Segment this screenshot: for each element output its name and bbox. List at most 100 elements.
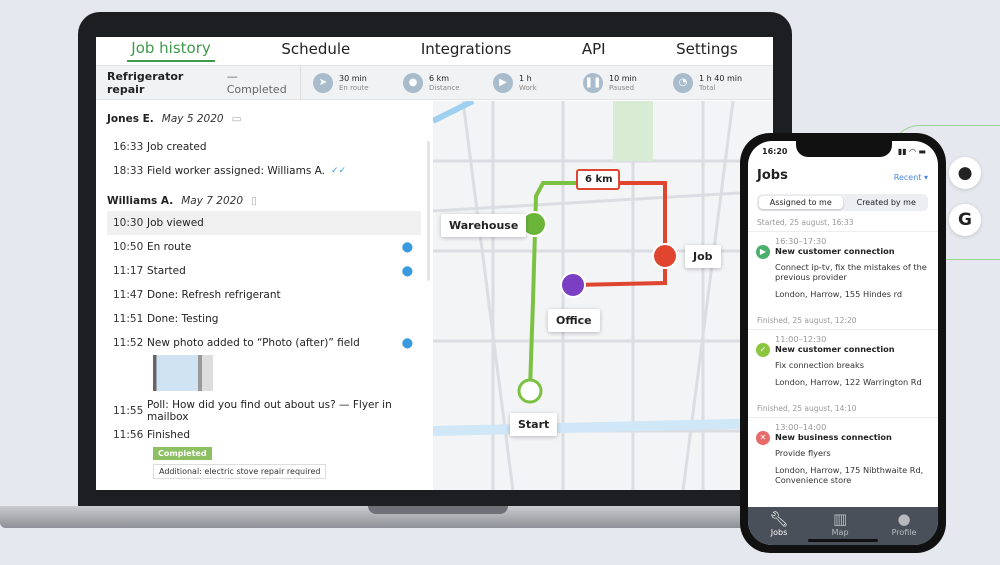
- mobile-app: 16:20 ▮▮ ◠ ▬ Jobs Recent ▾ Assigned to me…: [748, 141, 938, 545]
- group-date: May 5 2020: [161, 113, 224, 125]
- route-map[interactable]: 6 km Warehouse Job Office Start: [431, 98, 773, 490]
- nav-jobs[interactable]: 🔧︎ Jobs: [770, 511, 789, 545]
- job-status: — Completed: [226, 69, 287, 96]
- job-time: 13:00–14:00: [775, 422, 827, 432]
- section-header: Finished, 25 august, 12:20: [748, 314, 938, 330]
- close-icon: ✕: [756, 431, 770, 445]
- event-text: Job created: [147, 141, 207, 153]
- tab-schedule[interactable]: Schedule: [277, 40, 354, 61]
- history-event: 10:50 En route ⬤: [107, 235, 421, 259]
- jobs-segmented-control: Assigned to me Created by me: [757, 194, 928, 211]
- location-pin-icon[interactable]: ⬤: [402, 338, 413, 349]
- event-time: 11:47: [113, 289, 144, 301]
- park: [613, 101, 653, 161]
- jobs-list: Started, 25 august, 16:33 ▶ 16:30–17:30 Ne…: [748, 216, 938, 500]
- office-marker[interactable]: [560, 272, 586, 298]
- job-address: London, Harrow, 155 Hindes rd: [775, 289, 903, 299]
- distance-label: 6 km: [585, 174, 613, 185]
- nav-profile[interactable]: ● Profile: [892, 511, 917, 545]
- phone-frame: 16:20 ▮▮ ◠ ▬ Jobs Recent ▾ Assigned to me…: [740, 133, 946, 553]
- segment-created[interactable]: Created by me: [845, 194, 929, 211]
- event-text: Done: Testing: [147, 313, 219, 325]
- google-icon: G: [958, 210, 972, 230]
- recent-filter[interactable]: Recent ▾: [894, 173, 928, 182]
- stat-work: ▶ 1 h Work: [493, 72, 571, 93]
- job-name: New customer connection: [775, 246, 895, 256]
- job-time: 11:00–12:30: [775, 334, 827, 344]
- job-card[interactable]: ✓ 11:00–12:30 New customer connection Fix c…: [748, 330, 938, 402]
- history-event: 11:56 Finished: [107, 423, 421, 447]
- section-header: Finished, 25 august, 14:10: [748, 402, 938, 418]
- completed-badge: Completed: [153, 447, 212, 460]
- river: [431, 98, 475, 124]
- job-name: New customer connection: [775, 344, 895, 354]
- photo-thumbnail[interactable]: [153, 355, 213, 391]
- signal-wifi-battery-icon: ▮▮ ◠ ▬: [897, 147, 926, 156]
- tab-job-history[interactable]: Job history: [127, 39, 215, 62]
- group-date: May 7 2020: [181, 195, 244, 207]
- job-summary-bar: Refrigerator repair — Completed ➤ 30 min En…: [96, 65, 773, 100]
- user-name: Jones E.: [107, 113, 154, 125]
- event-text: En route: [147, 241, 192, 253]
- location-pin-icon[interactable]: ⬤: [402, 242, 413, 253]
- event-text: New photo added to “Photo (after)” field: [147, 337, 360, 349]
- history-event: 11:52 New photo added to “Photo (after)” …: [107, 331, 421, 355]
- job-label: Job: [685, 245, 721, 268]
- job-card[interactable]: ▶ 16:30–17:30 New customer connection Conne…: [748, 232, 938, 314]
- event-time: 11:52: [113, 337, 144, 349]
- status-bar: 16:20 ▮▮ ◠ ▬: [762, 147, 926, 156]
- history-event: 16:33 Job created: [107, 135, 421, 159]
- stat-label: Paused: [609, 83, 635, 92]
- stat-value: 1 h 40 min: [699, 73, 743, 83]
- segment-assigned[interactable]: Assigned to me: [759, 196, 843, 209]
- jobs-title: Jobs: [757, 168, 788, 183]
- job-desc: Connect ip-tv, fix the mistakes of the p…: [775, 262, 927, 282]
- job-name: Refrigerator repair: [107, 69, 184, 96]
- event-time: 16:33: [113, 141, 144, 153]
- history-event: 11:51 Done: Testing: [107, 307, 421, 331]
- location-pin-icon[interactable]: ⬤: [402, 266, 413, 277]
- location-pin-icon: ●: [403, 72, 423, 93]
- stat-label: En route: [339, 83, 369, 92]
- additional-note: Additional: electric stove repair requir…: [153, 464, 327, 479]
- google-play-button[interactable]: G: [949, 204, 981, 236]
- apple-icon: ●: [957, 163, 973, 183]
- event-time: 10:50: [113, 241, 144, 253]
- history-event[interactable]: 10:30 Job viewed: [107, 211, 421, 235]
- check-icon: ✓: [756, 343, 770, 357]
- event-text: Finished: [147, 429, 191, 441]
- tab-integrations[interactable]: Integrations: [417, 40, 515, 61]
- job-desc: Fix connection breaks: [775, 360, 864, 370]
- tab-api[interactable]: API: [578, 40, 610, 61]
- job-marker[interactable]: [652, 243, 678, 269]
- event-text: Poll: How did you find out about us? — F…: [147, 399, 392, 423]
- desktop-icon: ▭: [231, 113, 242, 125]
- map-icon: ▥: [832, 510, 848, 528]
- history-event: 11:17 Started ⬤: [107, 259, 421, 283]
- play-icon: ▶: [493, 72, 513, 93]
- stat-value: 10 min: [609, 73, 637, 83]
- apple-store-button[interactable]: ●: [949, 157, 981, 189]
- event-text: Done: Refresh refrigerant: [147, 289, 281, 301]
- clock: 16:20: [762, 147, 788, 156]
- tab-settings[interactable]: Settings: [672, 40, 742, 61]
- job-address: London, Harrow, 175 Nibthwaite Rd, Conve…: [775, 465, 924, 485]
- scrollbar[interactable]: [427, 141, 430, 281]
- event-time: 11:17: [113, 265, 144, 277]
- event-time: 11:55: [113, 405, 144, 417]
- job-name: New business connection: [775, 432, 892, 442]
- main-tabs: Job history Schedule Integrations API Se…: [96, 37, 773, 63]
- warehouse-label: Warehouse: [441, 214, 527, 237]
- stat-value: 6 km: [429, 73, 450, 83]
- office-label: Office: [548, 309, 600, 332]
- stat-label: Work: [519, 83, 537, 92]
- start-marker[interactable]: [517, 378, 543, 404]
- stat-total: ◔ 1 h 40 min Total: [673, 72, 751, 93]
- event-text: Job viewed: [147, 217, 204, 229]
- stat-value: 30 min: [339, 73, 367, 83]
- section-header: Started, 25 august, 16:33: [748, 216, 938, 232]
- job-card[interactable]: ✕ 13:00–14:00 New business connection Provi…: [748, 418, 938, 500]
- play-icon: ▶: [756, 245, 770, 259]
- nav-label: Map: [831, 528, 849, 537]
- stat-distance: ● 6 km Distance: [403, 72, 481, 93]
